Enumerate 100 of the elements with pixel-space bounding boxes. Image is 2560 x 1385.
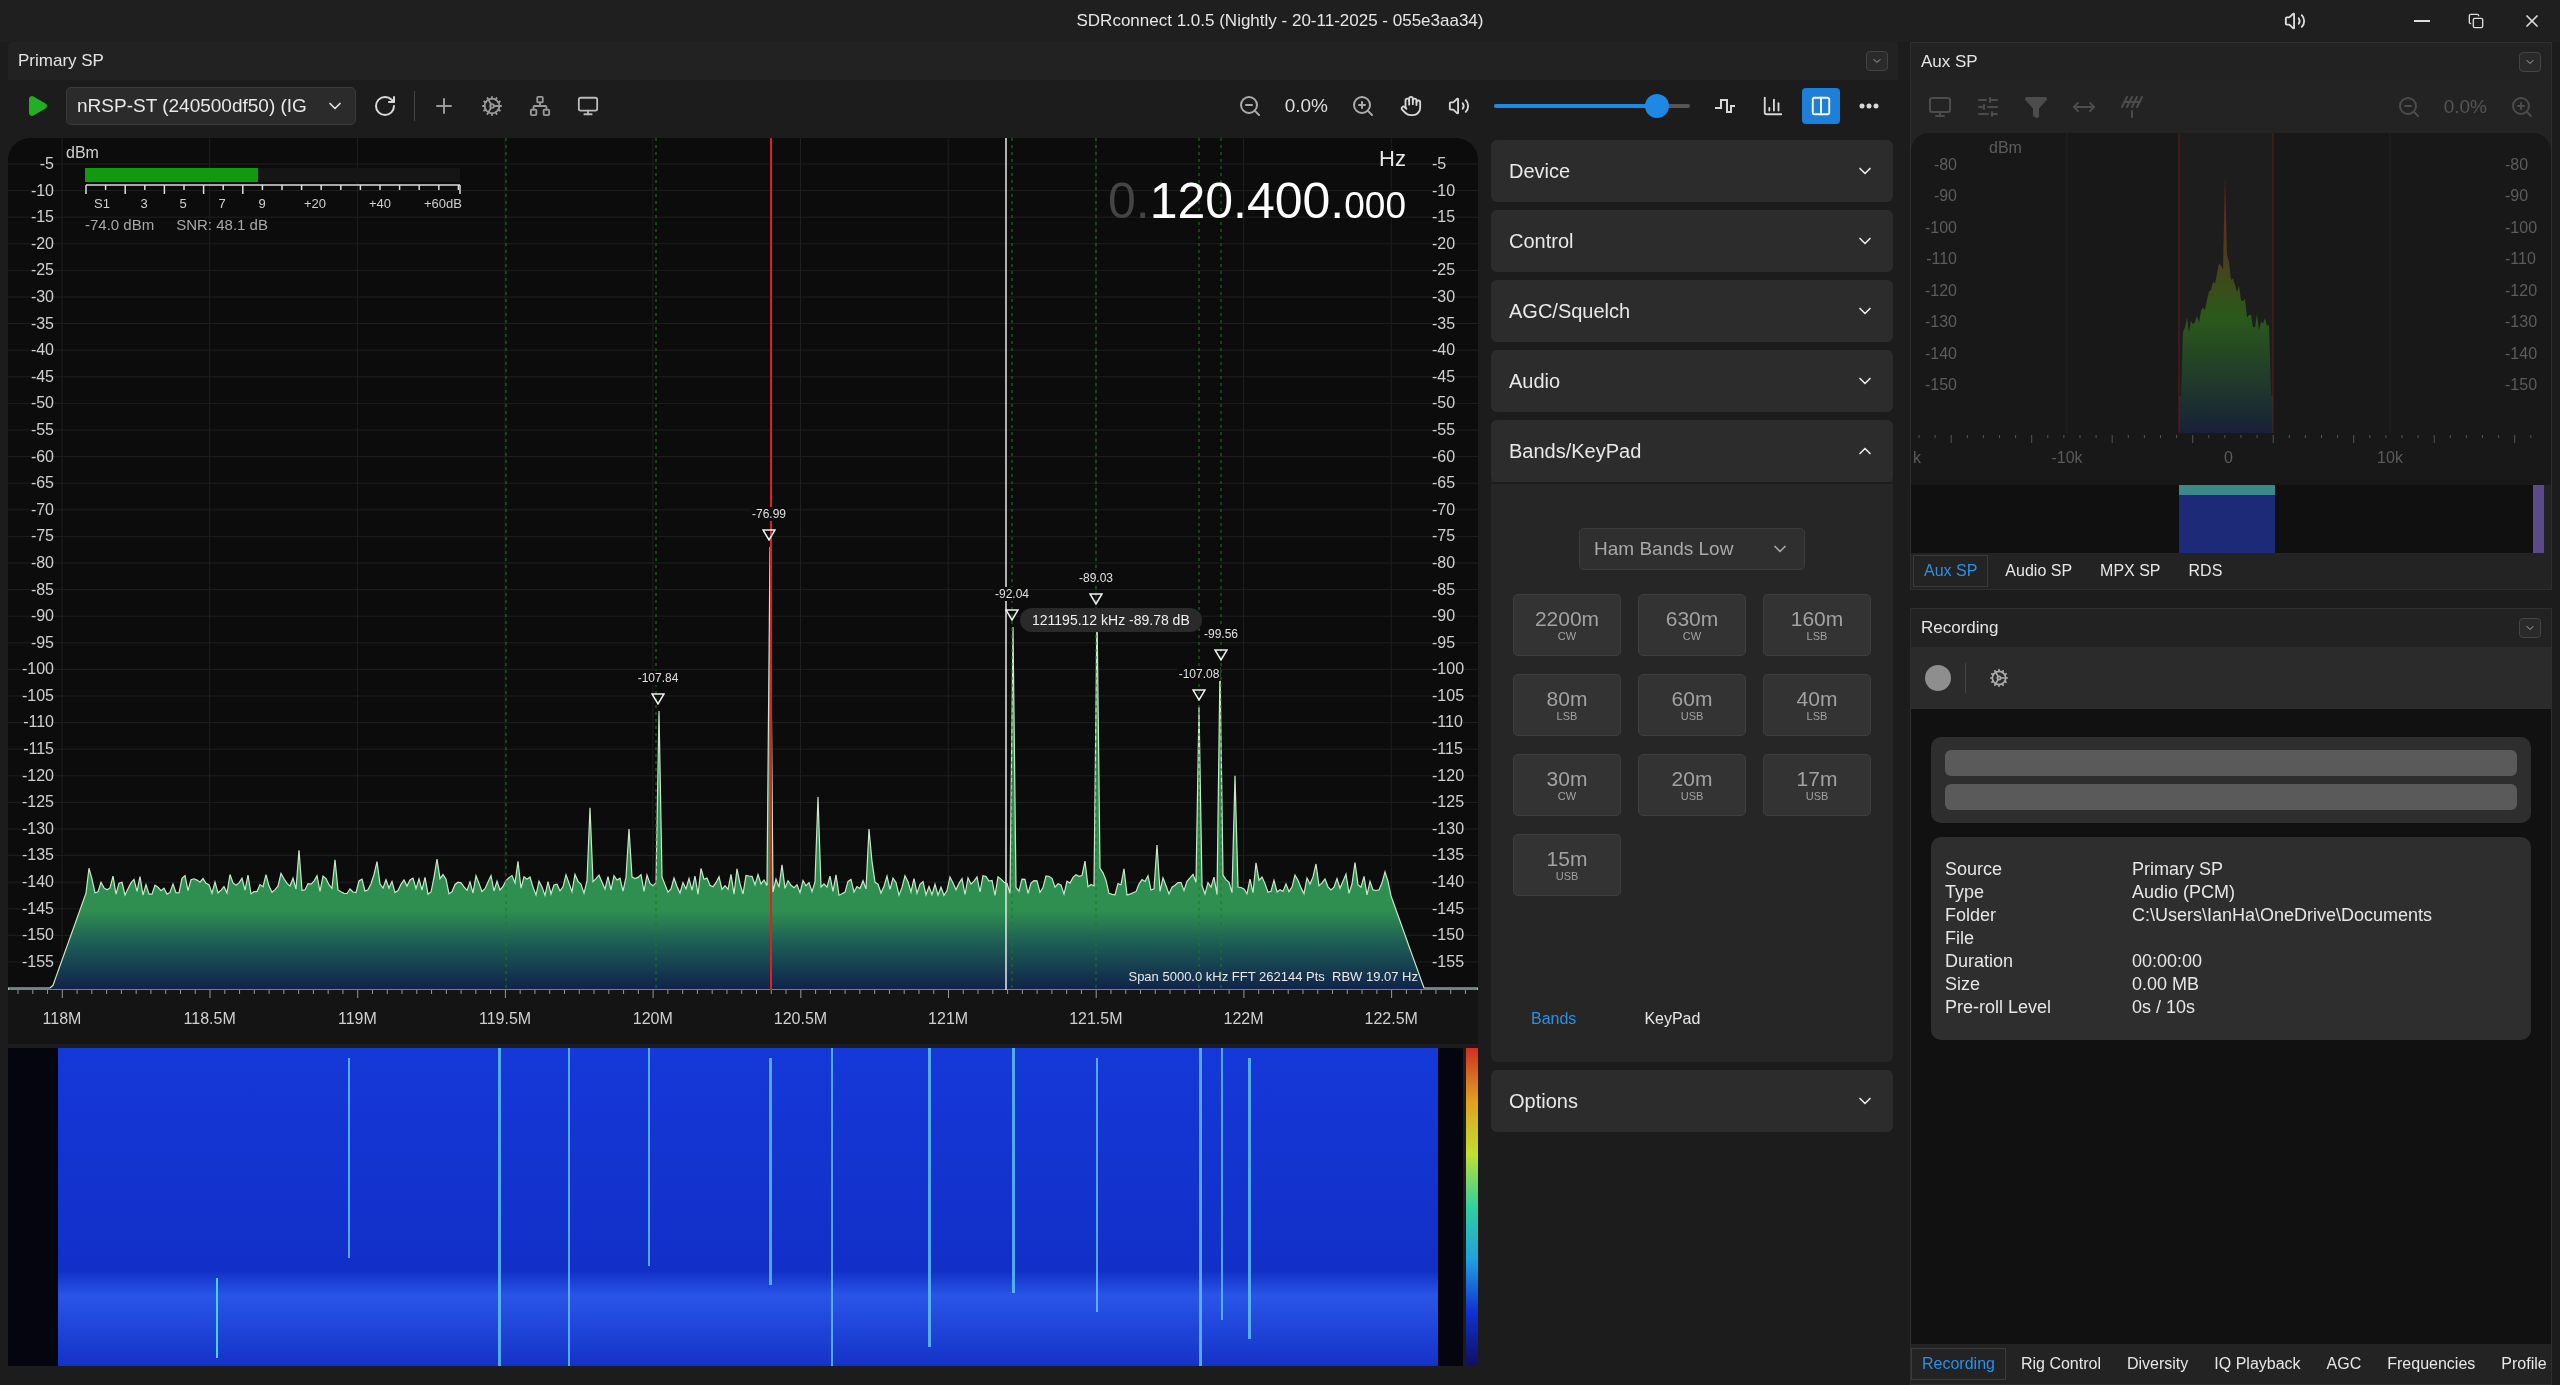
band-button[interactable]: 160m LSB bbox=[1763, 594, 1871, 656]
band-button[interactable]: 60m USB bbox=[1638, 674, 1746, 736]
axis-label: -100 bbox=[21, 659, 54, 680]
tab[interactable]: Aux SP bbox=[1913, 555, 1989, 587]
frequency-label: 120M bbox=[631, 1010, 674, 1028]
info-label: Size bbox=[1945, 973, 1981, 996]
tab[interactable]: Audio SP bbox=[1994, 555, 2084, 587]
frequency-label: 122.5M bbox=[1363, 1010, 1419, 1028]
axis-label: -120 bbox=[21, 765, 54, 786]
info-label: File bbox=[1945, 927, 1975, 950]
marker-icon[interactable] bbox=[1192, 689, 1206, 702]
unit-label: Hz bbox=[1379, 146, 1406, 172]
axis-label: -80 bbox=[1432, 552, 1456, 573]
info-value: C:\Users\IanHa\OneDrive\Documents bbox=[2132, 904, 2434, 927]
meter-label: 9 bbox=[258, 196, 266, 211]
minimize-icon bbox=[2414, 20, 2430, 22]
tab[interactable]: RDS bbox=[2177, 555, 2234, 587]
section-header[interactable]: Control bbox=[1491, 210, 1893, 272]
info-value: Audio (PCM) bbox=[2132, 881, 2237, 904]
axis-label: 0 bbox=[2224, 449, 2233, 467]
axis-label: -150 bbox=[2505, 374, 2538, 395]
section-header[interactable]: Device bbox=[1491, 140, 1893, 202]
axis-label: -85 bbox=[1432, 579, 1456, 600]
tab[interactable]: MPX SP bbox=[2089, 555, 2172, 587]
marker-icon[interactable] bbox=[1005, 609, 1019, 622]
axis-label: -25 bbox=[30, 260, 54, 281]
frequency-label: 119M bbox=[336, 1010, 378, 1028]
section-header[interactable]: Audio bbox=[1491, 350, 1893, 412]
axis-label: -55 bbox=[30, 419, 54, 440]
snr-reading: SNR: 48.1 dB bbox=[176, 216, 268, 233]
frequency-label: 118.5M bbox=[182, 1010, 237, 1028]
axis-label: -70 bbox=[30, 499, 54, 520]
info-label: Duration bbox=[1945, 950, 2015, 973]
zoom-in-icon bbox=[1351, 94, 1375, 118]
tab[interactable]: Frequencies bbox=[2376, 1348, 2487, 1380]
tab[interactable]: Recording bbox=[1911, 1348, 2006, 1380]
marker-icon[interactable] bbox=[762, 529, 776, 541]
band-button[interactable]: 17m USB bbox=[1763, 754, 1871, 816]
band-button[interactable]: 20m USB bbox=[1638, 754, 1746, 816]
axis-label: -145 bbox=[21, 898, 54, 919]
axis-label: -10k bbox=[2051, 449, 2083, 467]
collapse-button[interactable] bbox=[1866, 51, 1888, 71]
axis-label: -75 bbox=[30, 526, 54, 547]
pane-title: Primary SP bbox=[18, 51, 104, 71]
info-label: Folder bbox=[1945, 904, 1998, 927]
band-button[interactable]: 80m LSB bbox=[1513, 674, 1621, 736]
device-dropdown[interactable]: nRSP-ST (240500df50) (IG bbox=[66, 87, 356, 125]
pane-title: Recording bbox=[1921, 618, 1999, 638]
band-button[interactable]: 40m LSB bbox=[1763, 674, 1871, 736]
section-header[interactable]: Bands/KeyPad bbox=[1491, 420, 1893, 482]
restore-icon bbox=[2468, 13, 2484, 29]
axis-label: -90 bbox=[2505, 186, 2529, 207]
axis-label: -120 bbox=[2505, 280, 2538, 301]
frequency-label: 122M bbox=[1222, 1010, 1265, 1028]
info-value: 0s / 10s bbox=[2132, 996, 2197, 1019]
axis-label: -20 bbox=[30, 233, 54, 254]
preset-dropdown[interactable]: Ham Bands Low bbox=[1579, 528, 1805, 570]
section-header[interactable]: AGC/Squelch bbox=[1491, 280, 1893, 342]
info-value: 0.00 MB bbox=[2132, 973, 2201, 996]
axis-label: -150 bbox=[1924, 374, 1957, 395]
tab[interactable]: Diversity bbox=[2115, 1348, 2200, 1380]
axis-label: -140 bbox=[21, 872, 54, 893]
zoom-level: 0.0% bbox=[1283, 95, 1329, 117]
collapse-button[interactable] bbox=[2519, 618, 2541, 638]
band-button[interactable]: 2200m CW bbox=[1513, 594, 1621, 656]
axis-label: -150 bbox=[1432, 925, 1465, 946]
section-header[interactable]: Options bbox=[1491, 1070, 1893, 1132]
axis-label: -150 bbox=[21, 925, 54, 946]
record-button[interactable] bbox=[1925, 665, 1951, 691]
signal-reading: -74.0 dBm bbox=[85, 216, 155, 233]
band-button[interactable]: 630m CW bbox=[1638, 594, 1746, 656]
axis-label: -110 bbox=[1926, 249, 1957, 270]
axis-label: -40 bbox=[1432, 340, 1456, 361]
band-button[interactable]: 30m CW bbox=[1513, 754, 1621, 816]
volume-slider[interactable] bbox=[1494, 94, 1690, 118]
marker-icon[interactable] bbox=[1089, 593, 1103, 606]
band-button[interactable]: 15m USB bbox=[1513, 834, 1621, 896]
axis-label: -100 bbox=[2505, 217, 2538, 238]
tab[interactable]: Rig Control bbox=[2009, 1348, 2112, 1380]
axis-label: -35 bbox=[1432, 313, 1456, 334]
axis-label: 10k bbox=[2377, 449, 2403, 467]
marker-icon[interactable] bbox=[651, 693, 665, 706]
window-title: SDRconnect 1.0.5 (Nightly - 20-11-2025 - 055e3aa34) bbox=[1076, 11, 1484, 31]
slider-thumb[interactable] bbox=[1644, 94, 1669, 118]
axis-label: -120 bbox=[1924, 280, 1957, 301]
axis-label: -30 bbox=[30, 286, 54, 307]
marker-icon[interactable] bbox=[1214, 649, 1228, 662]
tab[interactable]: Profile bbox=[2490, 1348, 2551, 1380]
axis-label: -15 bbox=[1432, 207, 1456, 228]
tab[interactable]: KeyPad bbox=[1630, 1006, 1715, 1032]
axis-label: -145 bbox=[1432, 898, 1465, 919]
axis-label: -65 bbox=[1432, 473, 1456, 494]
collapse-button[interactable] bbox=[2519, 52, 2541, 72]
zoom-out-icon bbox=[1237, 94, 1262, 118]
layout-button[interactable] bbox=[1802, 88, 1840, 124]
tab[interactable]: AGC bbox=[2315, 1348, 2373, 1380]
frequency-display[interactable]: 0.120.400.000 bbox=[1107, 172, 1406, 230]
tab[interactable]: IQ Playback bbox=[2203, 1348, 2312, 1380]
axis-label: -45 bbox=[1432, 366, 1456, 387]
tab[interactable]: Bands bbox=[1517, 1006, 1591, 1032]
